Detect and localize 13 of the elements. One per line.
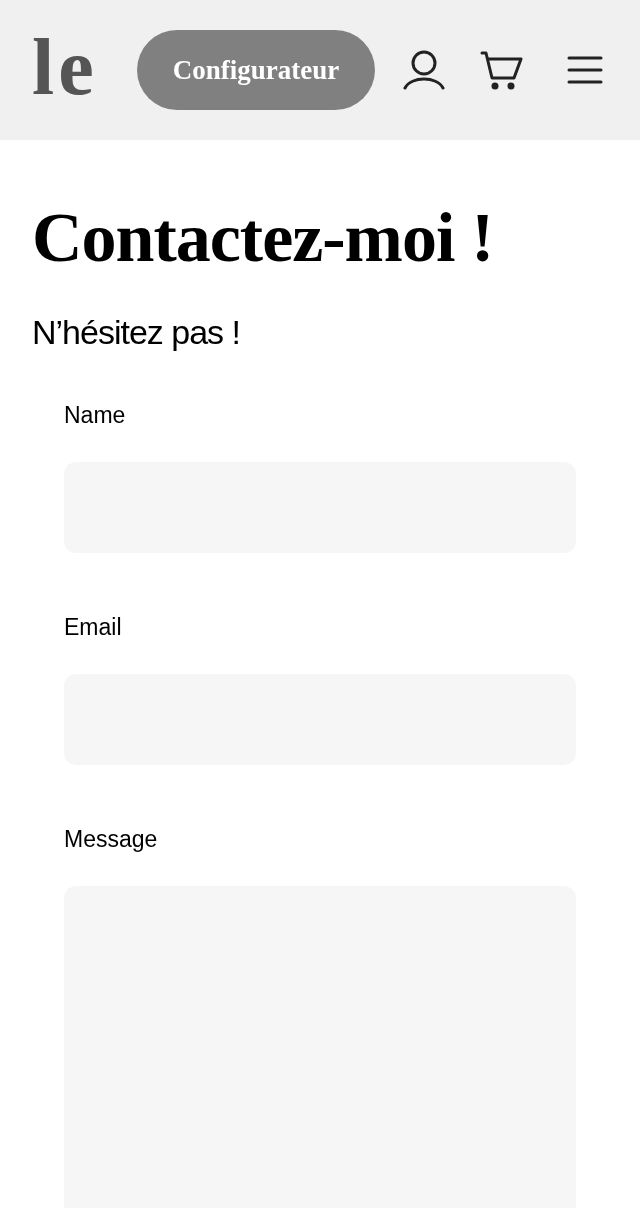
page-subtitle: N’hésitez pas ! — [32, 312, 240, 353]
user-icon — [403, 50, 445, 90]
configurator-button[interactable]: Configurateur — [137, 30, 375, 110]
logo[interactable]: le — [32, 34, 110, 106]
cart-icon — [480, 50, 524, 90]
field-label: Name — [64, 401, 126, 430]
field-label: Message — [64, 825, 158, 854]
field-label: Email — [64, 613, 122, 642]
menu-button[interactable] — [567, 56, 603, 84]
page-title: Contactez-moi ! — [32, 198, 494, 278]
cart-button[interactable] — [480, 50, 524, 90]
account-button[interactable] — [403, 50, 445, 90]
menu-icon — [567, 56, 603, 84]
